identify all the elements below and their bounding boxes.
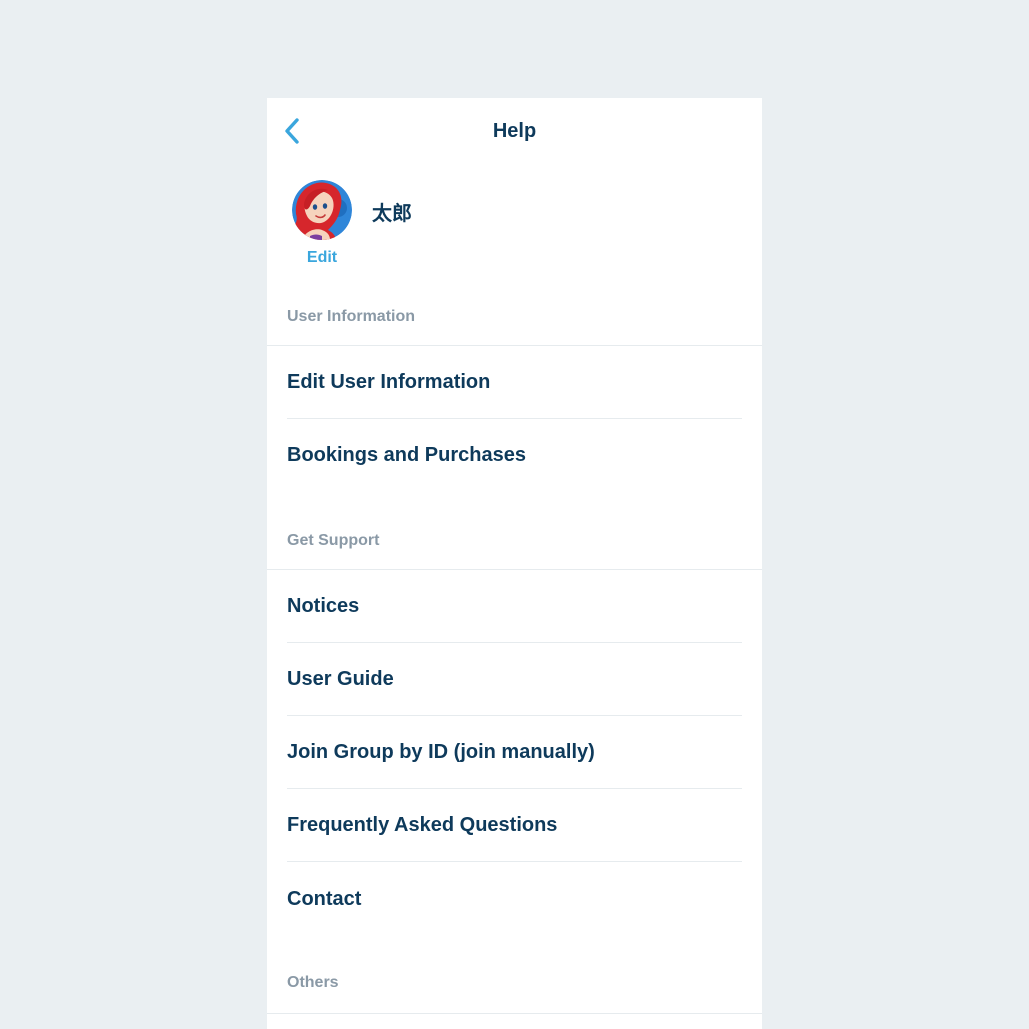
menu-item-frequently-asked-questions[interactable]: Frequently Asked Questions bbox=[287, 789, 742, 862]
menu-item-join-group-by-id[interactable]: Join Group by ID (join manually) bbox=[287, 716, 742, 789]
menu-item-user-guide[interactable]: User Guide bbox=[287, 643, 742, 716]
menu-item-label: Notices bbox=[287, 595, 360, 617]
menu-item-label: Edit User Information bbox=[287, 371, 491, 393]
section-title: Get Support bbox=[287, 532, 380, 549]
menu-item-label: Bookings and Purchases bbox=[287, 444, 526, 466]
menu-item-bookings-and-purchases[interactable]: Bookings and Purchases bbox=[287, 419, 742, 492]
menu-item-label: User Guide bbox=[287, 668, 394, 690]
menu-item-contact[interactable]: Contact bbox=[287, 863, 742, 936]
menu-item-label: Frequently Asked Questions bbox=[287, 814, 558, 836]
menu-item-label: Contact bbox=[287, 888, 362, 910]
section-title: Others bbox=[287, 974, 339, 991]
menu-item-notices[interactable]: Notices bbox=[287, 570, 742, 643]
menu-item-label: Join Group by ID (join manually) bbox=[287, 741, 595, 763]
section-title: User Information bbox=[287, 308, 416, 325]
menu-item-edit-user-information[interactable]: Edit User Information bbox=[287, 346, 742, 419]
help-screen: Help 太郎 Edit User Information Edit User … bbox=[267, 98, 762, 1029]
section-header-others: Others bbox=[267, 936, 762, 1014]
section-header-user-information: User Information bbox=[267, 98, 762, 346]
section-header-get-support: Get Support bbox=[267, 492, 762, 570]
